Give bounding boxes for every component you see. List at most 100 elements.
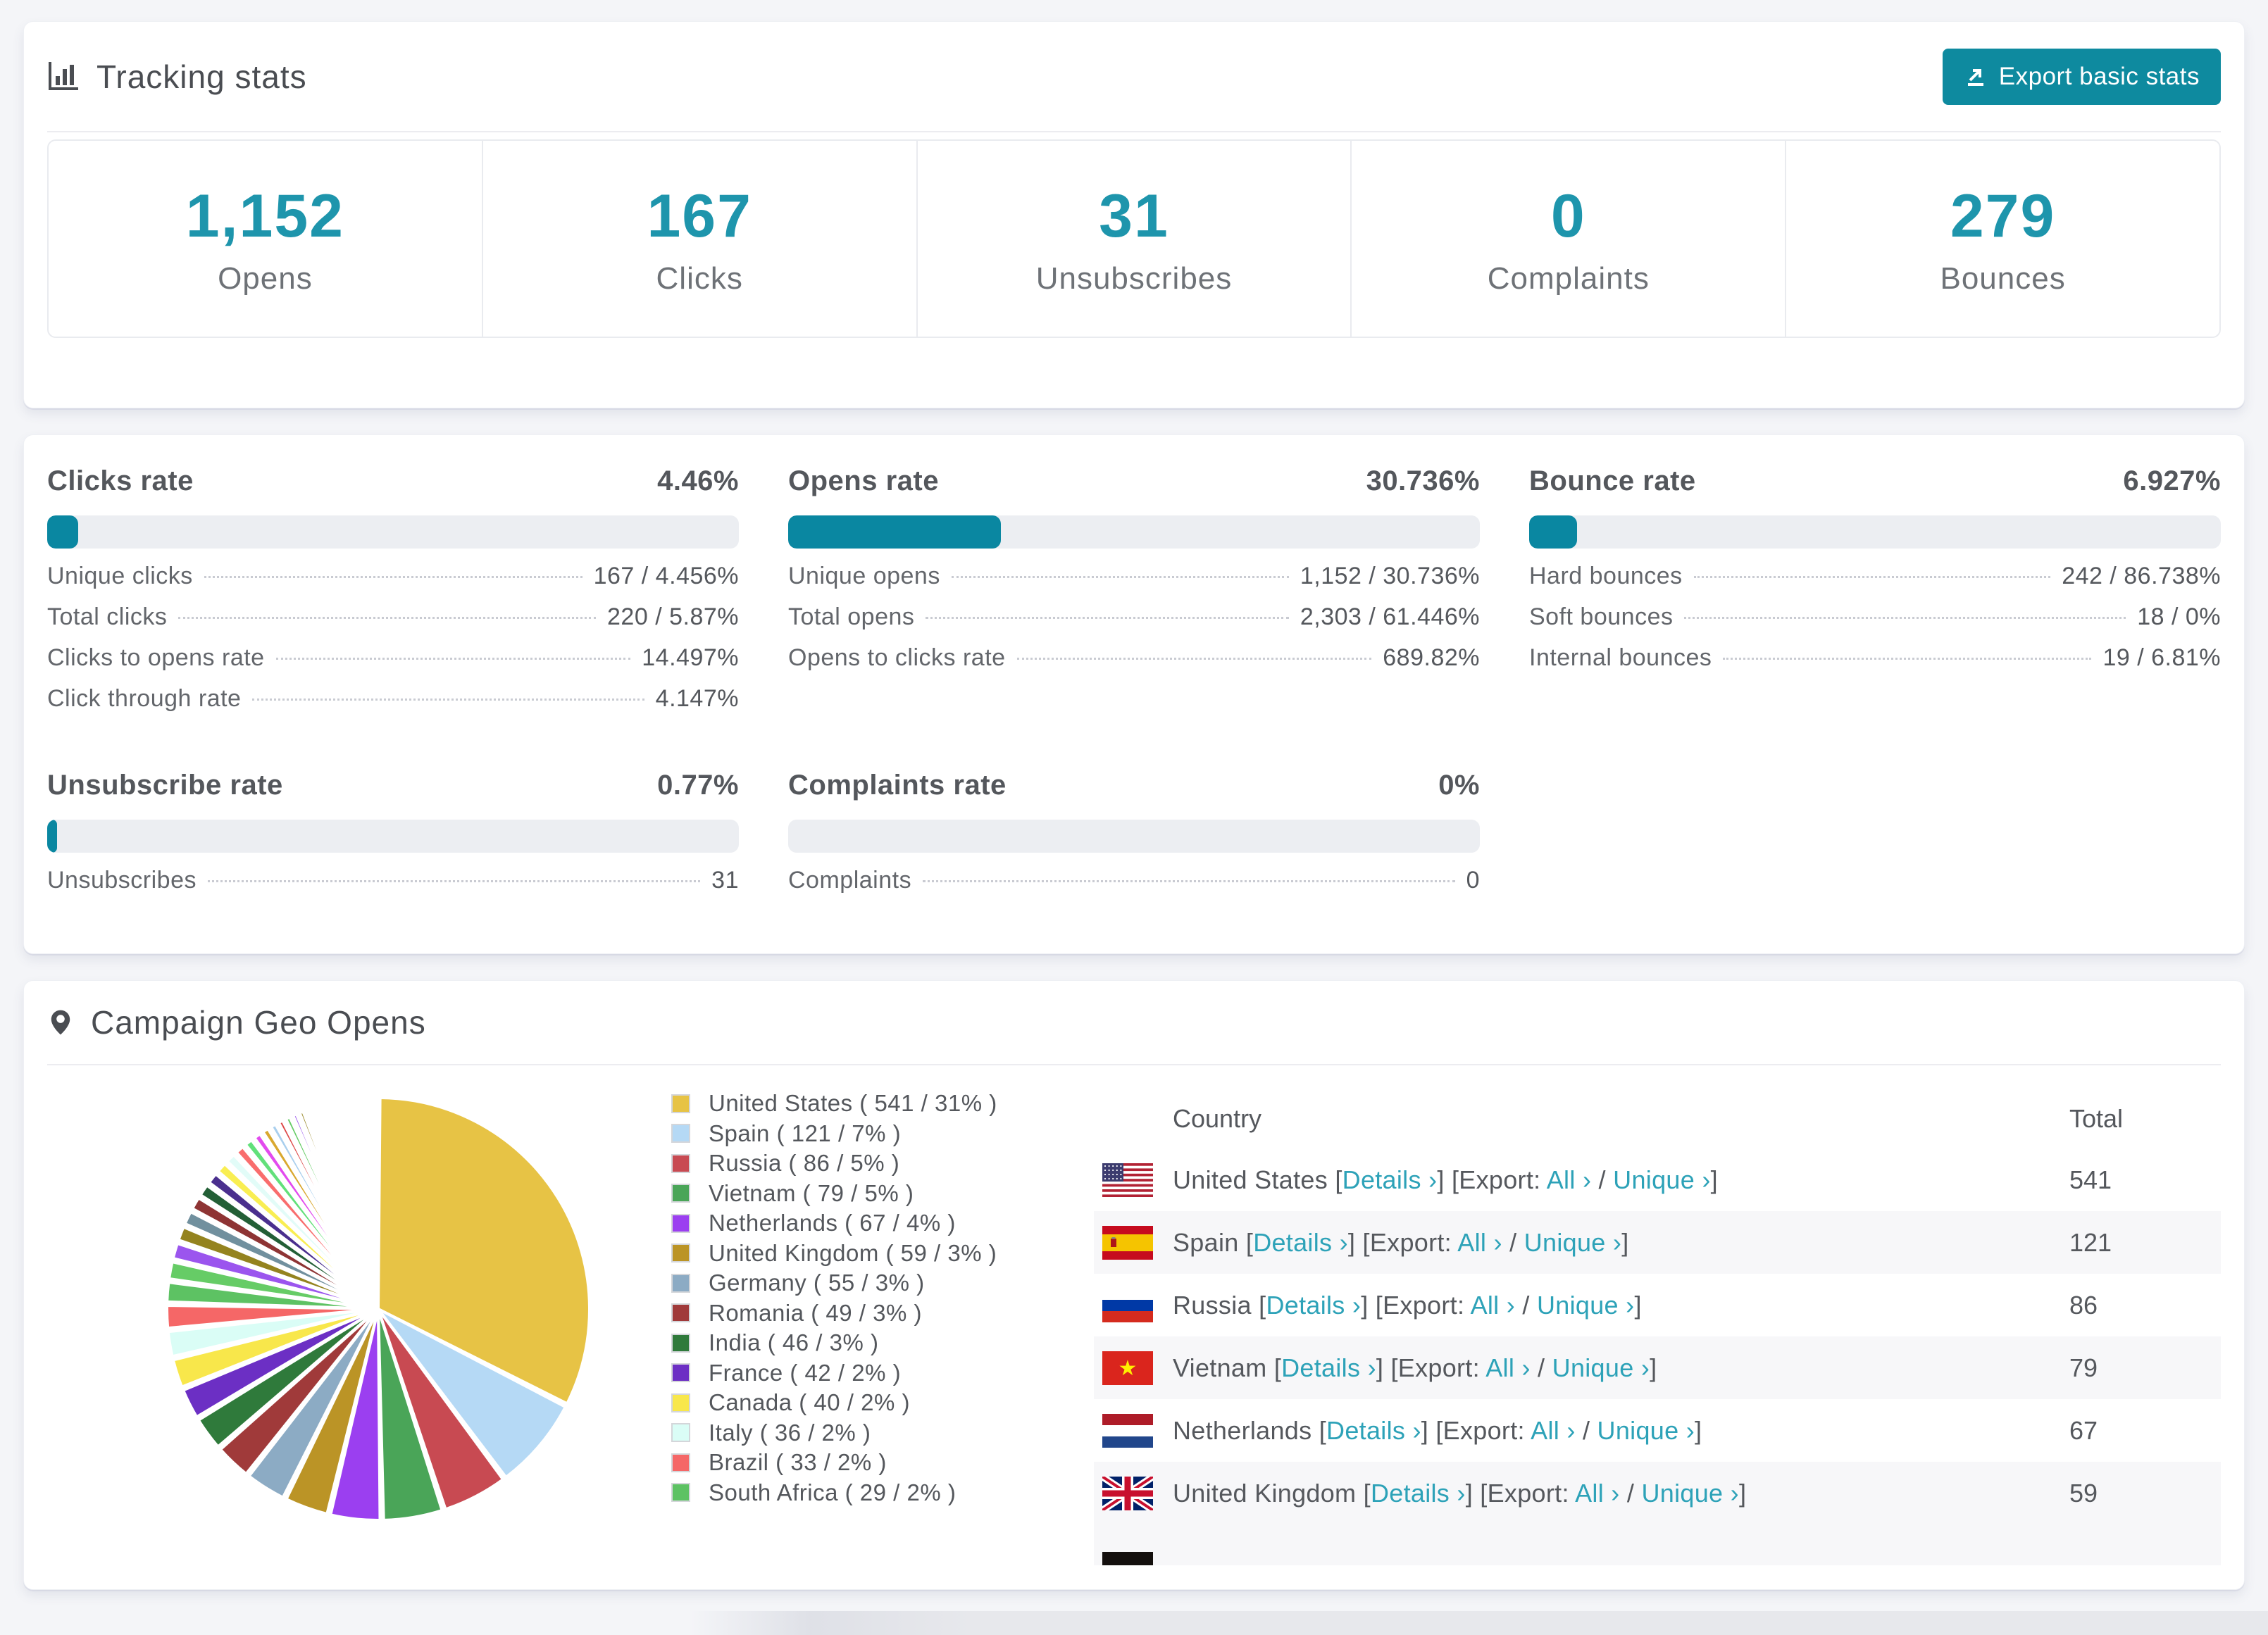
bracket: ] bbox=[1738, 1478, 1747, 1508]
table-row-partial bbox=[1094, 1524, 2221, 1565]
vn-flag-icon: ★ bbox=[1102, 1351, 1153, 1385]
dotted-leader bbox=[204, 576, 582, 578]
export-all-link[interactable]: All › bbox=[1575, 1479, 1620, 1508]
details-link[interactable]: Details › bbox=[1371, 1479, 1466, 1508]
details-link[interactable]: Details › bbox=[1281, 1353, 1376, 1382]
bracket: [ bbox=[1266, 1353, 1282, 1382]
column-header-country: Country bbox=[1173, 1103, 1262, 1133]
details-link[interactable]: Details › bbox=[1253, 1228, 1348, 1257]
rate-progress-fill bbox=[47, 515, 78, 549]
details-link[interactable]: Details › bbox=[1326, 1416, 1421, 1445]
stat-value: 279 bbox=[1950, 182, 2056, 250]
dotted-leader bbox=[275, 658, 631, 660]
legend-item[interactable]: Netherlands ( 67 / 4% ) bbox=[671, 1208, 1094, 1239]
rate-detail-rows: Unique clicks 167 / 4.456% Total clicks 220… bbox=[47, 563, 739, 726]
export-unique-link[interactable]: Unique › bbox=[1552, 1353, 1650, 1382]
bracket: [ bbox=[1356, 1478, 1371, 1508]
rates-grid: Clicks rate 4.46% Unique clicks 167 / 4.456… bbox=[47, 465, 2221, 908]
export-unique-link[interactable]: Unique › bbox=[1641, 1479, 1738, 1508]
summary-stats-row: 1,152 Opens 167 Clicks 31 Unsubscribes 0 Compla… bbox=[47, 139, 2221, 338]
rate-block-4: Complaints rate 0% Complaints 0 bbox=[788, 770, 1480, 908]
legend-item[interactable]: India ( 46 / 3% ) bbox=[671, 1328, 1094, 1358]
legend-item[interactable]: Vietnam ( 79 / 5% ) bbox=[671, 1179, 1094, 1209]
legend-swatch bbox=[671, 1273, 690, 1293]
export-all-link[interactable]: All › bbox=[1471, 1291, 1516, 1320]
ru-flag-icon bbox=[1102, 1288, 1153, 1322]
stat-cell-complaints: 0 Complaints bbox=[1352, 141, 1787, 337]
table-row-nl: Netherlands [Details ›] [Export: All › /… bbox=[1094, 1399, 2221, 1462]
legend-item[interactable]: Romania ( 49 / 3% ) bbox=[671, 1298, 1094, 1329]
rate-title: Complaints rate bbox=[788, 770, 1007, 801]
rate-progress-track bbox=[1529, 515, 2221, 549]
export-unique-link[interactable]: Unique › bbox=[1613, 1165, 1710, 1194]
export-basic-stats-button[interactable]: Export basic stats bbox=[1942, 48, 2221, 105]
legend-label: Romania ( 49 / 3% ) bbox=[709, 1299, 922, 1326]
details-link[interactable]: Details › bbox=[1266, 1291, 1361, 1320]
rate-title: Unsubscribe rate bbox=[47, 770, 283, 801]
rate-detail-value: 242 / 86.738% bbox=[2062, 563, 2221, 589]
export-unique-link[interactable]: Unique › bbox=[1537, 1291, 1634, 1320]
export-unique-link[interactable]: Unique › bbox=[1597, 1416, 1695, 1445]
rate-detail-label: Internal bounces bbox=[1529, 644, 1712, 671]
rate-detail-rows: Hard bounces 242 / 86.738% Soft bounces 18 … bbox=[1529, 563, 2221, 685]
country-name: United States bbox=[1173, 1165, 1328, 1194]
legend-item[interactable]: France ( 42 / 2% ) bbox=[671, 1358, 1094, 1389]
rate-detail-row: Total clicks 220 / 5.87% bbox=[47, 603, 739, 644]
legend-item[interactable]: Russia ( 86 / 5% ) bbox=[671, 1148, 1094, 1179]
legend-swatch bbox=[671, 1393, 690, 1412]
legend-item[interactable]: United Kingdom ( 59 / 3% ) bbox=[671, 1239, 1094, 1269]
country-cell: Vietnam [Details ›] [Export: All › / Uni… bbox=[1173, 1353, 2069, 1383]
legend-item[interactable]: Canada ( 40 / 2% ) bbox=[671, 1388, 1094, 1418]
dotted-leader bbox=[178, 617, 597, 619]
export-all-link[interactable]: All › bbox=[1547, 1165, 1592, 1194]
export-button-label: Export basic stats bbox=[1998, 62, 2200, 90]
legend-swatch bbox=[671, 1453, 690, 1472]
rate-detail-value: 19 / 6.81% bbox=[2102, 644, 2221, 671]
export-all-link[interactable]: All › bbox=[1485, 1353, 1531, 1382]
stat-value: 31 bbox=[1099, 182, 1169, 250]
rate-progress-fill bbox=[1529, 515, 1578, 549]
rate-progress-fill bbox=[788, 515, 1001, 549]
stat-value: 1,152 bbox=[185, 182, 344, 250]
legend-swatch bbox=[671, 1153, 690, 1173]
export-unique-link[interactable]: Unique › bbox=[1524, 1228, 1621, 1257]
rate-detail-row: Unsubscribes 31 bbox=[47, 867, 739, 908]
rate-detail-label: Unique clicks bbox=[47, 563, 193, 589]
germany-flag-sliver bbox=[1102, 1552, 1153, 1565]
bracket: ] [Export: bbox=[1437, 1165, 1547, 1194]
gb-flag-icon bbox=[1102, 1476, 1153, 1510]
legend-item[interactable]: United States ( 541 / 31% ) bbox=[671, 1089, 1094, 1119]
legend-label: Spain ( 121 / 7% ) bbox=[709, 1120, 902, 1146]
rate-title: Clicks rate bbox=[47, 465, 194, 496]
bracket: ] [Export: bbox=[1376, 1353, 1486, 1382]
legend-item[interactable]: Italy ( 36 / 2% ) bbox=[671, 1418, 1094, 1448]
rate-head: Clicks rate 4.46% bbox=[47, 465, 739, 497]
rate-value: 0.77% bbox=[657, 770, 739, 801]
rate-block-3: Unsubscribe rate 0.77% Unsubscribes 31 bbox=[47, 770, 739, 908]
svg-text:★: ★ bbox=[1119, 1357, 1138, 1380]
legend-item[interactable]: Brazil ( 33 / 2% ) bbox=[671, 1448, 1094, 1478]
export-all-link[interactable]: All › bbox=[1531, 1416, 1576, 1445]
legend-swatch bbox=[671, 1184, 690, 1203]
stat-label: Unsubscribes bbox=[1035, 261, 1233, 296]
slash: / bbox=[1502, 1227, 1524, 1257]
bottom-shadow bbox=[690, 1611, 2268, 1635]
legend-item[interactable]: Germany ( 55 / 3% ) bbox=[671, 1268, 1094, 1298]
dotted-leader bbox=[1723, 658, 2092, 660]
legend-label: United Kingdom ( 59 / 3% ) bbox=[709, 1239, 997, 1266]
bar-chart-icon bbox=[49, 61, 78, 90]
stat-cell-opens: 1,152 Opens bbox=[49, 141, 483, 337]
dotted-leader bbox=[252, 699, 644, 701]
stat-cell-unsubscribes: 31 Unsubscribes bbox=[918, 141, 1352, 337]
legend-item[interactable]: South Africa ( 29 / 2% ) bbox=[671, 1478, 1094, 1508]
dotted-leader bbox=[926, 617, 1289, 619]
export-all-link[interactable]: All › bbox=[1457, 1228, 1502, 1257]
rate-block-0: Clicks rate 4.46% Unique clicks 167 / 4.456… bbox=[47, 465, 739, 726]
rate-value: 0% bbox=[1438, 770, 1480, 801]
rate-detail-label: Opens to clicks rate bbox=[788, 644, 1006, 671]
bracket: [ bbox=[1328, 1165, 1342, 1194]
legend-item[interactable]: Spain ( 121 / 7% ) bbox=[671, 1119, 1094, 1149]
column-header-total: Total bbox=[2069, 1103, 2124, 1133]
details-link[interactable]: Details › bbox=[1342, 1165, 1438, 1194]
tracking-stats-title: Tracking stats bbox=[96, 58, 307, 95]
